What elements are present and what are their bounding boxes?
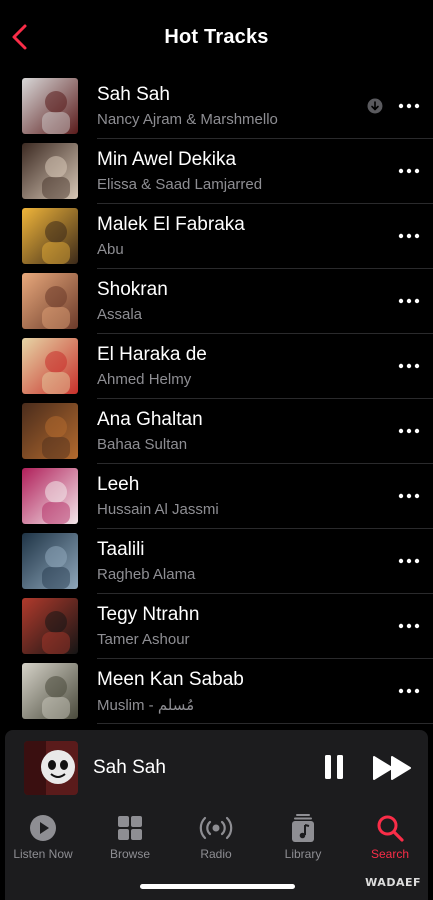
more-options-icon[interactable] xyxy=(397,291,421,311)
search-icon xyxy=(377,815,404,842)
album-artwork[interactable] xyxy=(22,143,78,199)
track-title: Taalili xyxy=(97,539,145,560)
track-row[interactable]: Ana Ghaltan Bahaa Sultan xyxy=(22,399,433,464)
more-options-icon[interactable] xyxy=(397,226,421,246)
track-artist: Muslim - مُسلم xyxy=(97,697,195,714)
track-title: Tegy Ntrahn xyxy=(97,604,200,625)
tab-listen-now[interactable]: Listen Now xyxy=(3,813,83,861)
more-options-icon[interactable] xyxy=(397,161,421,181)
tab-search[interactable]: Search xyxy=(350,813,430,861)
downloaded-icon xyxy=(367,98,383,114)
track-row[interactable]: Meen Kan Sabab Muslim - مُسلم xyxy=(22,659,433,724)
track-row[interactable]: Malek El Fabraka Abu xyxy=(22,204,433,269)
pause-icon[interactable] xyxy=(319,752,349,782)
watermark: WADAEF xyxy=(365,876,421,889)
more-options-icon[interactable] xyxy=(397,356,421,376)
more-options-icon[interactable] xyxy=(397,616,421,636)
page-title: Hot Tracks xyxy=(164,26,269,48)
tab-label: Radio xyxy=(200,847,232,861)
album-artwork[interactable] xyxy=(22,208,78,264)
track-title: Shokran xyxy=(97,279,168,300)
track-title: Malek El Fabraka xyxy=(97,214,245,235)
now-playing-artwork[interactable] xyxy=(24,741,78,795)
track-artist: Tamer Ashour xyxy=(97,631,190,648)
tab-label: Browse xyxy=(109,847,150,861)
album-artwork[interactable] xyxy=(22,468,78,524)
album-artwork[interactable] xyxy=(22,533,78,589)
track-row[interactable]: Tegy Ntrahn Tamer Ashour xyxy=(22,594,433,659)
album-artwork[interactable] xyxy=(22,338,78,394)
track-artist: Hussain Al Jassmi xyxy=(97,501,219,518)
tab-label: Search xyxy=(370,847,410,861)
home-indicator[interactable] xyxy=(140,884,295,889)
track-title: Min Awel Dekika xyxy=(97,149,237,170)
track-artist: Abu xyxy=(97,241,124,258)
track-title: El Haraka de xyxy=(97,344,207,365)
track-artist: Assala xyxy=(97,306,143,323)
track-artist: Ahmed Helmy xyxy=(97,371,192,388)
play-circle-icon xyxy=(30,815,56,841)
tab-radio[interactable]: Radio xyxy=(176,813,256,861)
track-list: Sah Sah Nancy Ajram & Marshmello Min Awel … xyxy=(22,74,433,724)
more-options-icon[interactable] xyxy=(397,96,421,116)
track-row[interactable]: Min Awel Dekika Elissa & Saad Lamjarred xyxy=(22,139,433,204)
more-options-icon[interactable] xyxy=(397,681,421,701)
album-artwork[interactable] xyxy=(22,663,78,719)
track-artist: Nancy Ajram & Marshmello xyxy=(97,111,278,128)
tab-label: Listen Now xyxy=(13,847,73,861)
tab-browse[interactable]: Browse xyxy=(90,813,170,861)
more-options-icon[interactable] xyxy=(397,551,421,571)
more-options-icon[interactable] xyxy=(397,486,421,506)
row-separator xyxy=(97,723,433,724)
track-artist: Elissa & Saad Lamjarred xyxy=(97,176,263,193)
track-title: Sah Sah xyxy=(97,84,170,105)
track-row[interactable]: Shokran Assala xyxy=(22,269,433,334)
library-icon xyxy=(292,814,314,842)
album-artwork[interactable] xyxy=(22,78,78,134)
navigation-bar: Hot Tracks xyxy=(0,0,433,72)
album-artwork[interactable] xyxy=(22,273,78,329)
track-row[interactable]: Leeh Hussain Al Jassmi xyxy=(22,464,433,529)
track-row[interactable]: Taalili Ragheb Alama xyxy=(22,529,433,594)
tab-label: Library xyxy=(284,847,322,861)
track-artist: Bahaa Sultan xyxy=(97,436,188,453)
now-playing-title: Sah Sah xyxy=(93,757,166,778)
album-artwork[interactable] xyxy=(22,403,78,459)
track-title: Ana Ghaltan xyxy=(97,409,203,430)
radio-icon xyxy=(199,816,233,840)
track-row[interactable]: El Haraka de Ahmed Helmy xyxy=(22,334,433,399)
track-artist: Ragheb Alama xyxy=(97,566,196,583)
track-row[interactable]: Sah Sah Nancy Ajram & Marshmello xyxy=(22,74,433,139)
more-options-icon[interactable] xyxy=(397,421,421,441)
forward-icon[interactable] xyxy=(372,754,412,782)
track-title: Leeh xyxy=(97,474,140,495)
track-title: Meen Kan Sabab xyxy=(97,669,244,690)
tab-library[interactable]: Library xyxy=(263,813,343,861)
mini-player[interactable]: Sah Sah xyxy=(5,730,428,805)
album-artwork[interactable] xyxy=(22,598,78,654)
grid-icon xyxy=(118,816,142,840)
